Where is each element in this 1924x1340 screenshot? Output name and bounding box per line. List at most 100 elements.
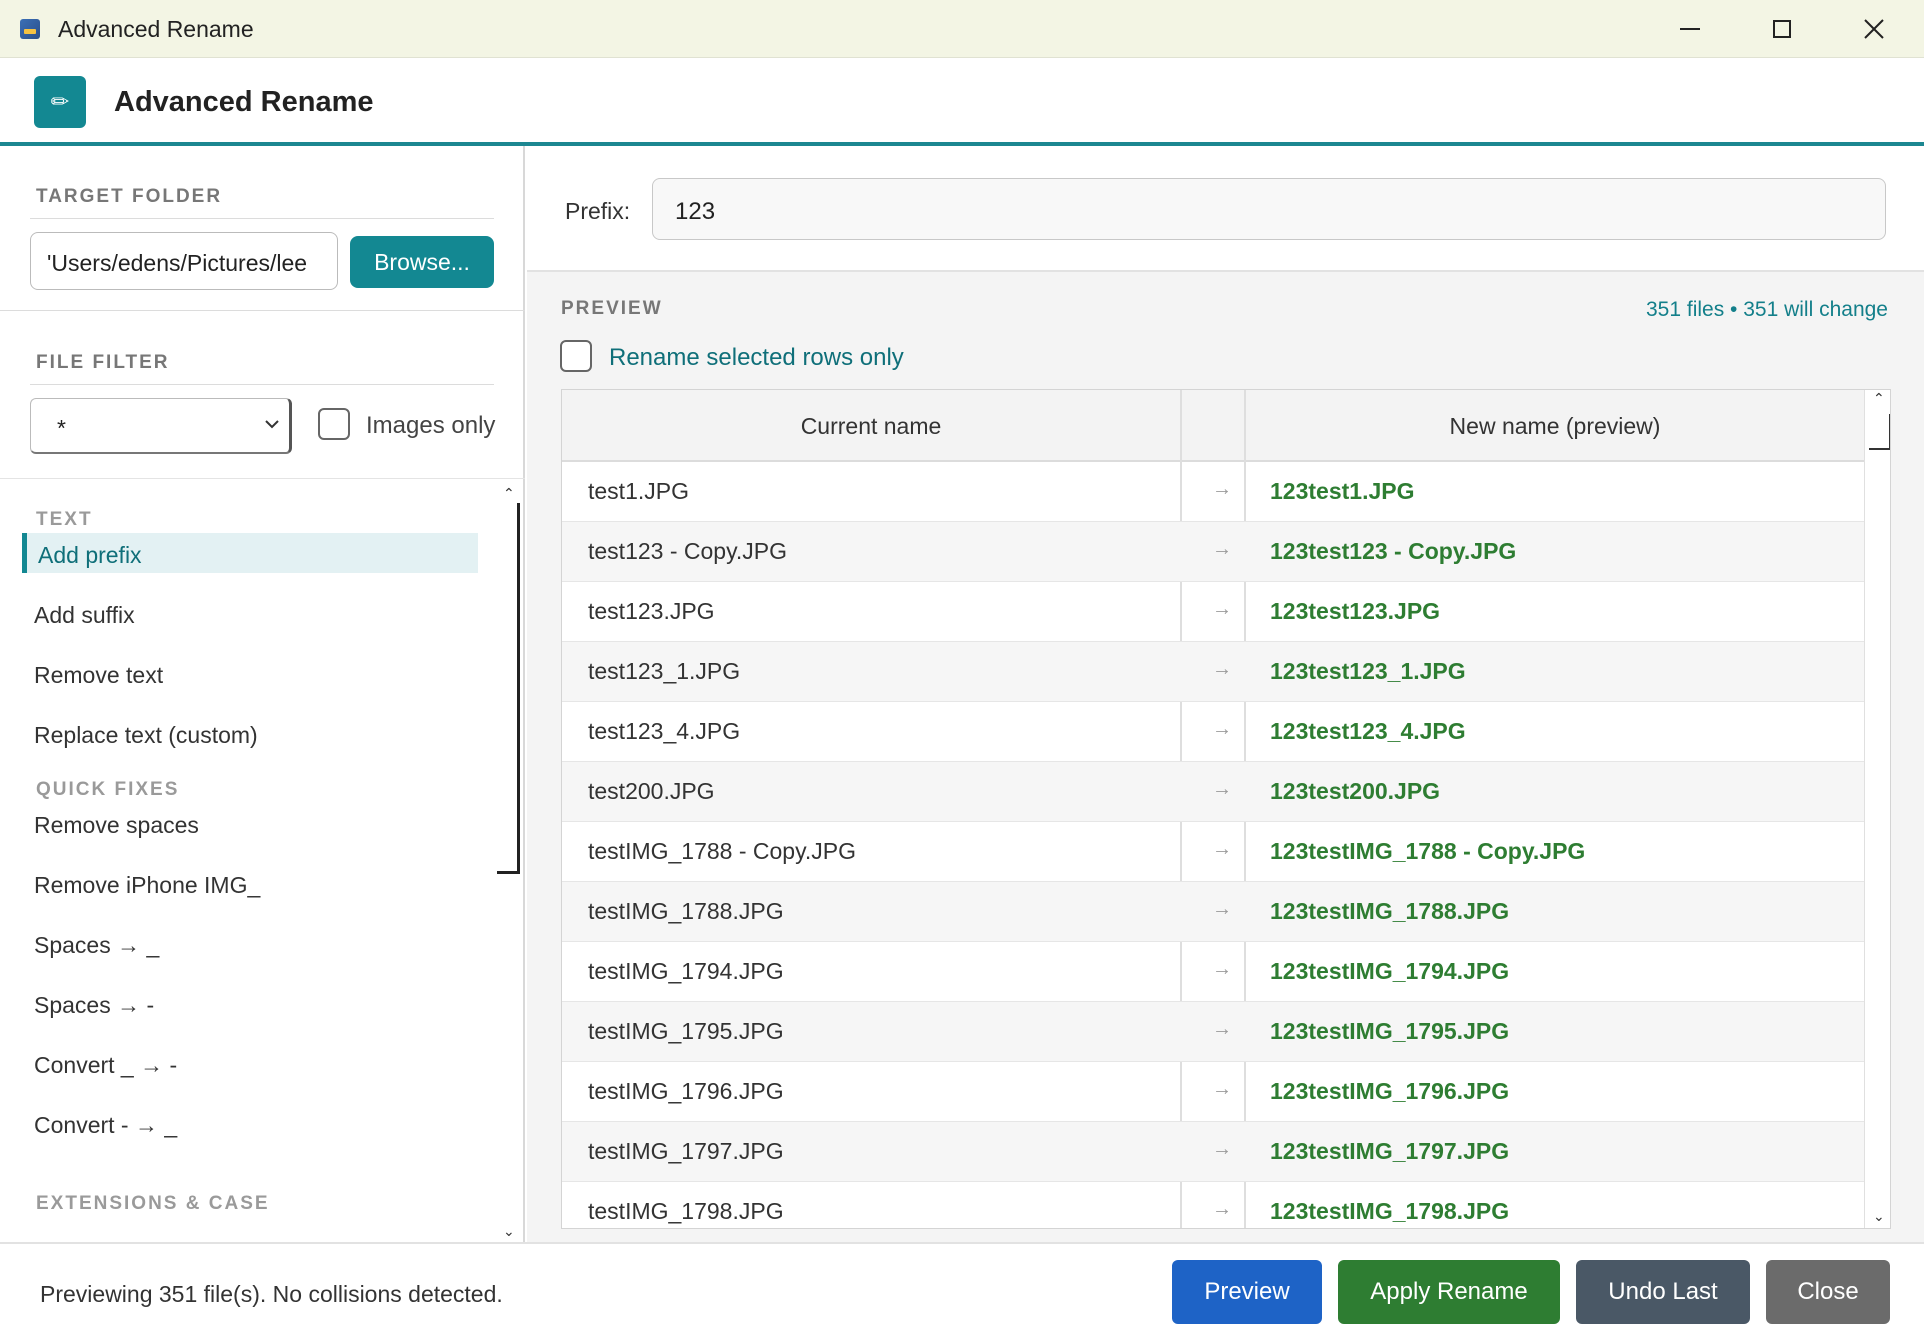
minimize-button[interactable] xyxy=(1645,0,1735,58)
table-row[interactable]: test1.JPG → 123test1.JPG xyxy=(562,462,1864,522)
right-panel: Prefix: 123 PREVIEW 351 files • 351 will… xyxy=(527,146,1924,1242)
group-label-extensions-case: EXTENSIONS & CASE xyxy=(36,1193,270,1214)
file-filter-select[interactable]: * xyxy=(30,398,292,454)
arrow-icon: → xyxy=(1212,838,1232,860)
images-only-checkbox[interactable] xyxy=(318,408,350,440)
divider xyxy=(30,384,494,385)
new-name-cell: 123testIMG_1795.JPG xyxy=(1270,1018,1510,1044)
op-remove-text[interactable]: Remove text xyxy=(22,653,478,693)
op-spaces-to-underscore[interactable]: Spaces → _ xyxy=(22,923,478,963)
table-row[interactable]: test123.JPG → 123test123.JPG xyxy=(562,582,1864,642)
maximize-button[interactable] xyxy=(1737,0,1827,58)
column-header-current[interactable]: Current name xyxy=(562,390,1180,462)
window-close-button[interactable] xyxy=(1829,0,1919,58)
rename-selected-label: Rename selected rows only xyxy=(609,344,904,371)
current-name-cell: test123_4.JPG xyxy=(588,718,741,744)
current-name-cell: testIMG_1794.JPG xyxy=(588,958,784,984)
new-name-cell: 123test123_4.JPG xyxy=(1270,718,1466,744)
title-bar: Advanced Rename xyxy=(0,0,1924,58)
group-label-quick-fixes: QUICK FIXES xyxy=(36,779,180,800)
current-name-cell: testIMG_1788.JPG xyxy=(588,898,784,924)
op-spaces-to-dash[interactable]: Spaces → - xyxy=(22,983,478,1023)
arrow-icon: → xyxy=(1212,1138,1232,1160)
table-row[interactable]: test200.JPG → 123test200.JPG xyxy=(562,762,1864,822)
new-name-cell: 123test123_1.JPG xyxy=(1270,658,1466,684)
scrollbar-thumb[interactable] xyxy=(1869,414,1890,450)
new-name-cell: 123testIMG_1788.JPG xyxy=(1270,898,1510,924)
table-row[interactable]: testIMG_1788.JPG → 123testIMG_1788.JPG xyxy=(562,882,1864,942)
new-name-cell: 123testIMG_1794.JPG xyxy=(1270,958,1510,984)
table-row[interactable]: testIMG_1796.JPG → 123testIMG_1796.JPG xyxy=(562,1062,1864,1122)
apply-rename-button[interactable]: Apply Rename xyxy=(1338,1260,1560,1324)
scroll-down-icon[interactable]: ⌄ xyxy=(1873,1208,1885,1225)
filter-value: * xyxy=(57,415,66,441)
prefix-area: Prefix: 123 xyxy=(527,146,1924,272)
current-name-cell: test123.JPG xyxy=(588,598,715,624)
table-row[interactable]: test123 - Copy.JPG → 123test123 - Copy.JPG xyxy=(562,522,1864,582)
arrow-icon: → xyxy=(1212,958,1232,980)
preview-label: PREVIEW xyxy=(561,298,663,319)
divider xyxy=(0,310,525,311)
minimize-icon xyxy=(1680,28,1700,30)
browse-button[interactable]: Browse... xyxy=(350,236,494,288)
new-name-cell: 123test1.JPG xyxy=(1270,478,1415,504)
current-name-cell: test123_1.JPG xyxy=(588,658,741,684)
divider xyxy=(30,218,494,219)
current-name-cell: testIMG_1788 - Copy.JPG xyxy=(588,838,857,864)
scroll-up-icon[interactable]: ⌃ xyxy=(503,485,515,502)
table-scrollbar[interactable]: ⌃ ⌄ xyxy=(1864,390,1890,1228)
table-row[interactable]: testIMG_1788 - Copy.JPG → 123testIMG_1788 … xyxy=(562,822,1864,882)
folder-path-input[interactable]: 'Users/edens/Pictures/lee xyxy=(30,232,338,290)
undo-last-button[interactable]: Undo Last xyxy=(1576,1260,1750,1324)
op-replace-text[interactable]: Replace text (custom) xyxy=(22,713,478,753)
preview-button[interactable]: Preview xyxy=(1172,1260,1322,1324)
app-header: ✏ Advanced Rename xyxy=(0,58,1924,146)
rename-selected-checkbox[interactable] xyxy=(560,340,592,372)
op-dash-to-underscore[interactable]: Convert - → _ xyxy=(22,1103,478,1143)
app-title: Advanced Rename xyxy=(114,86,374,118)
close-icon xyxy=(1864,19,1884,39)
current-name-cell: testIMG_1797.JPG xyxy=(588,1138,784,1164)
status-text: Previewing 351 file(s). No collisions de… xyxy=(40,1281,503,1307)
scroll-up-icon[interactable]: ⌃ xyxy=(1873,390,1885,407)
pencil-icon: ✏ xyxy=(34,76,86,128)
close-button[interactable]: Close xyxy=(1766,1260,1890,1324)
op-remove-spaces[interactable]: Remove spaces xyxy=(22,803,478,843)
arrow-icon: → xyxy=(1212,598,1232,620)
arrow-icon: → xyxy=(1212,478,1232,500)
op-underscore-to-dash[interactable]: Convert _ → - xyxy=(22,1043,478,1083)
column-header-arrow xyxy=(1182,390,1244,462)
arrow-icon: → xyxy=(1212,1198,1232,1220)
status-bar: Previewing 351 file(s). No collisions de… xyxy=(0,1242,1924,1340)
left-panel: TARGET FOLDER 'Users/edens/Pictures/lee … xyxy=(0,146,525,1242)
scroll-down-icon[interactable]: ⌄ xyxy=(503,1223,515,1240)
table-row[interactable]: test123_4.JPG → 123test123_4.JPG xyxy=(562,702,1864,762)
current-name-cell: test200.JPG xyxy=(588,778,715,804)
arrow-icon: → xyxy=(1212,718,1232,740)
preview-table: Current name New name (preview) test1.JP… xyxy=(561,389,1891,1229)
prefix-input[interactable]: 123 xyxy=(652,178,1886,240)
operations-scrollbar[interactable]: ⌃ ⌄ xyxy=(497,485,523,1240)
group-label-text: TEXT xyxy=(36,509,93,530)
arrow-icon: → xyxy=(1212,898,1232,920)
new-name-cell: 123testIMG_1788 - Copy.JPG xyxy=(1270,838,1586,864)
new-name-cell: 123testIMG_1797.JPG xyxy=(1270,1138,1510,1164)
table-row[interactable]: testIMG_1794.JPG → 123testIMG_1794.JPG xyxy=(562,942,1864,1002)
preview-stats: 351 files • 351 will change xyxy=(1645,298,1888,321)
column-header-new[interactable]: New name (preview) xyxy=(1246,390,1864,462)
arrow-icon: → xyxy=(1212,538,1232,560)
table-row[interactable]: testIMG_1797.JPG → 123testIMG_1797.JPG xyxy=(562,1122,1864,1182)
table-row[interactable]: testIMG_1798.JPG → 123testIMG_1798.JPG xyxy=(562,1182,1864,1228)
table-row[interactable]: test123_1.JPG → 123test123_1.JPG xyxy=(562,642,1864,702)
op-add-prefix[interactable]: Add prefix xyxy=(22,533,478,573)
window-title: Advanced Rename xyxy=(58,16,254,42)
table-row[interactable]: testIMG_1795.JPG → 123testIMG_1795.JPG xyxy=(562,1002,1864,1062)
op-remove-iphone-img[interactable]: Remove iPhone IMG_ xyxy=(22,863,478,903)
current-name-cell: testIMG_1795.JPG xyxy=(588,1018,784,1044)
arrow-icon: → xyxy=(1212,1078,1232,1100)
scrollbar-thumb[interactable] xyxy=(517,503,520,873)
op-add-suffix[interactable]: Add suffix xyxy=(22,593,478,633)
current-name-cell: testIMG_1796.JPG xyxy=(588,1078,784,1104)
arrow-icon: → xyxy=(1212,1018,1232,1040)
file-filter-label: FILE FILTER xyxy=(36,352,170,373)
